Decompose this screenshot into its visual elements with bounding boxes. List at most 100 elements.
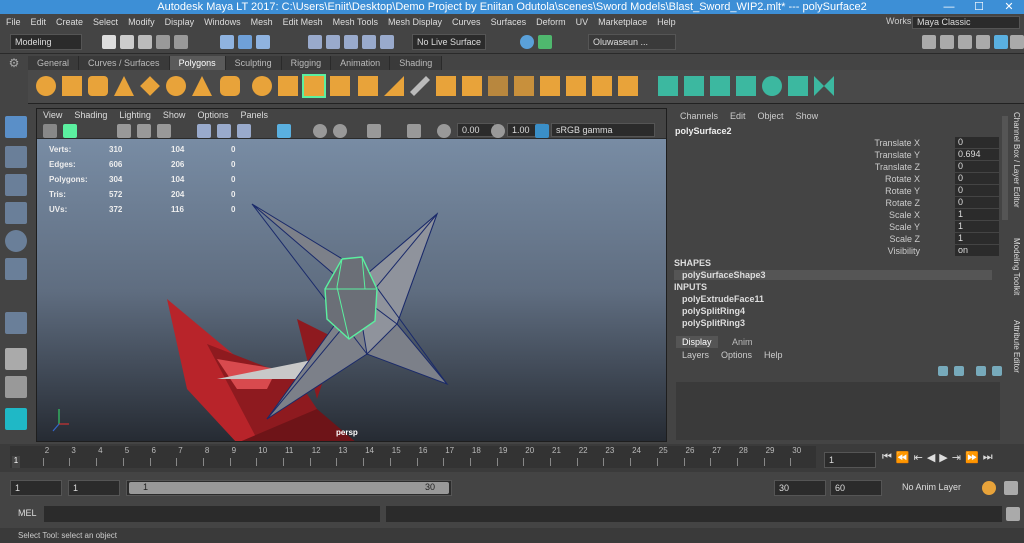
single-perspective-layout-icon[interactable] <box>5 348 27 370</box>
layer-editor-icon[interactable] <box>994 35 1008 49</box>
menu-set-dropdown[interactable]: Modeling <box>10 34 82 50</box>
input-node[interactable]: polySplitRing4 <box>682 306 745 316</box>
close-button[interactable]: ✕ <box>994 0 1024 14</box>
exposure-field[interactable]: 0.00 <box>457 123 495 137</box>
step-back-icon[interactable]: ⏪ <box>896 451 910 464</box>
viewport-menu-show[interactable]: Show <box>163 109 186 122</box>
ipr-render-icon[interactable] <box>538 35 552 49</box>
ambient-occlusion-icon[interactable] <box>333 124 347 138</box>
scene-geometry[interactable] <box>37 139 667 442</box>
menu-display[interactable]: Display <box>165 17 195 27</box>
outliner-icon[interactable] <box>1010 35 1024 49</box>
menu-create[interactable]: Create <box>56 17 83 27</box>
planar-map-icon[interactable] <box>658 76 678 96</box>
animation-end-field[interactable]: 60 <box>830 480 882 496</box>
save-scene-icon[interactable] <box>138 35 152 49</box>
maximize-button[interactable]: ☐ <box>964 0 994 14</box>
anim-layer-dropdown[interactable]: No Anim Layer <box>898 480 976 496</box>
multi-cut-icon[interactable] <box>410 76 430 96</box>
time-ruler[interactable]: 2 3 4 5 6 7 8 9 10 11 12 13 14 15 16 17 18 19 20 21 22 23 24 25… <box>10 446 816 468</box>
channel-label[interactable]: Scale Y <box>889 221 920 233</box>
channel-label[interactable]: Rotate Y <box>885 185 920 197</box>
shelf-tab-shading[interactable]: Shading <box>390 56 443 70</box>
xray-icon[interactable] <box>277 124 291 138</box>
side-tab-channel-box[interactable]: Channel Box / Layer Editor <box>1012 112 1021 208</box>
exposure-icon[interactable] <box>437 124 451 138</box>
menu-mesh-tools[interactable]: Mesh Tools <box>333 17 378 27</box>
script-editor-icon[interactable] <box>1006 507 1020 521</box>
menu-modify[interactable]: Modify <box>128 17 155 27</box>
merge-icon[interactable] <box>592 76 612 96</box>
channel-value[interactable]: 1 <box>955 209 999 220</box>
tab-display[interactable]: Display <box>676 336 718 348</box>
channel-label[interactable]: Rotate X <box>885 173 920 185</box>
input-node[interactable]: polyExtrudeFace11 <box>682 294 764 304</box>
bevel-icon[interactable] <box>436 76 456 96</box>
go-to-end-icon[interactable]: ⏭ <box>983 451 993 464</box>
current-time-marker[interactable]: 1 <box>12 456 20 468</box>
poly-sphere-icon[interactable] <box>36 76 56 96</box>
go-to-start-icon[interactable]: ⏮ <box>882 451 892 464</box>
fill-hole-icon[interactable] <box>514 76 534 96</box>
four-view-layout-icon[interactable] <box>5 376 27 398</box>
menu-edit-mesh[interactable]: Edit Mesh <box>283 17 323 27</box>
bridge-icon[interactable] <box>384 76 404 96</box>
poly-cube-icon[interactable] <box>62 76 82 96</box>
lasso-tool-icon[interactable] <box>5 146 27 168</box>
smooth-shade-icon[interactable] <box>217 124 231 138</box>
viewport-menu-panels[interactable]: Panels <box>240 109 268 122</box>
current-frame-field[interactable]: 1 <box>824 452 876 468</box>
menu-uv[interactable]: UV <box>576 17 589 27</box>
auto-key-icon[interactable] <box>982 481 996 495</box>
grid-icon[interactable] <box>117 124 131 138</box>
select-by-component-icon[interactable] <box>256 35 270 49</box>
snap-view-plane-icon[interactable] <box>362 35 376 49</box>
append-polygon-icon[interactable] <box>488 76 508 96</box>
playback-start-field[interactable]: 1 <box>68 480 120 496</box>
smooth-icon[interactable] <box>302 74 326 98</box>
channel-label[interactable]: Rotate Z <box>885 197 920 209</box>
poly-torus-icon[interactable] <box>166 76 186 96</box>
move-layer-up-icon[interactable] <box>938 366 948 376</box>
snap-curve-icon[interactable] <box>326 35 340 49</box>
channel-box-scrollbar[interactable] <box>1002 116 1008 220</box>
play-backwards-icon[interactable]: ◀ <box>927 451 935 464</box>
input-node[interactable]: polySplitRing3 <box>682 318 745 328</box>
mel-input[interactable] <box>44 506 380 522</box>
minimize-button[interactable]: — <box>934 0 964 14</box>
channel-value[interactable]: 0 <box>955 137 999 148</box>
layer-menu-options[interactable]: Options <box>721 350 752 360</box>
layer-menu-layers[interactable]: Layers <box>682 350 709 360</box>
scale-tool-icon[interactable] <box>5 258 27 280</box>
shelf-tab-general[interactable]: General <box>28 56 80 70</box>
menu-mesh[interactable]: Mesh <box>251 17 273 27</box>
wireframe-on-shaded-icon[interactable] <box>237 124 251 138</box>
cut-uv-icon[interactable] <box>762 76 782 96</box>
user-account-dropdown[interactable]: Oluwaseun ... <box>588 34 676 50</box>
new-layer-icon[interactable] <box>976 366 986 376</box>
resolution-gate-icon[interactable] <box>157 124 171 138</box>
isolate-select-icon[interactable] <box>367 124 381 138</box>
camera-attributes-icon[interactable] <box>63 124 77 138</box>
automatic-map-icon[interactable] <box>736 76 756 96</box>
tool-settings-icon[interactable] <box>958 35 972 49</box>
show-manipulator-icon[interactable] <box>5 312 27 334</box>
channel-value[interactable]: 0 <box>955 173 999 184</box>
channel-label[interactable]: Scale Z <box>889 233 920 245</box>
make-live-icon[interactable] <box>380 35 394 49</box>
channel-value[interactable]: 0 <box>955 197 999 208</box>
menu-deform[interactable]: Deform <box>536 17 566 27</box>
channel-value[interactable]: 1 <box>955 221 999 232</box>
side-tab-modeling-toolkit[interactable]: Modeling Toolkit <box>1012 238 1021 295</box>
layer-menu-help[interactable]: Help <box>764 350 783 360</box>
channel-menu-object[interactable]: Object <box>758 111 784 121</box>
channel-value[interactable]: 1 <box>955 233 999 244</box>
render-icon[interactable] <box>520 35 534 49</box>
film-gate-icon[interactable] <box>137 124 151 138</box>
poly-cone-icon[interactable] <box>114 76 134 96</box>
range-slider-handle[interactable] <box>129 482 449 494</box>
modeling-toolkit-icon[interactable] <box>922 35 936 49</box>
viewport-menu-view[interactable]: View <box>43 109 62 122</box>
channel-label[interactable]: Translate Z <box>875 161 920 173</box>
offset-edge-loop-icon[interactable] <box>566 76 586 96</box>
